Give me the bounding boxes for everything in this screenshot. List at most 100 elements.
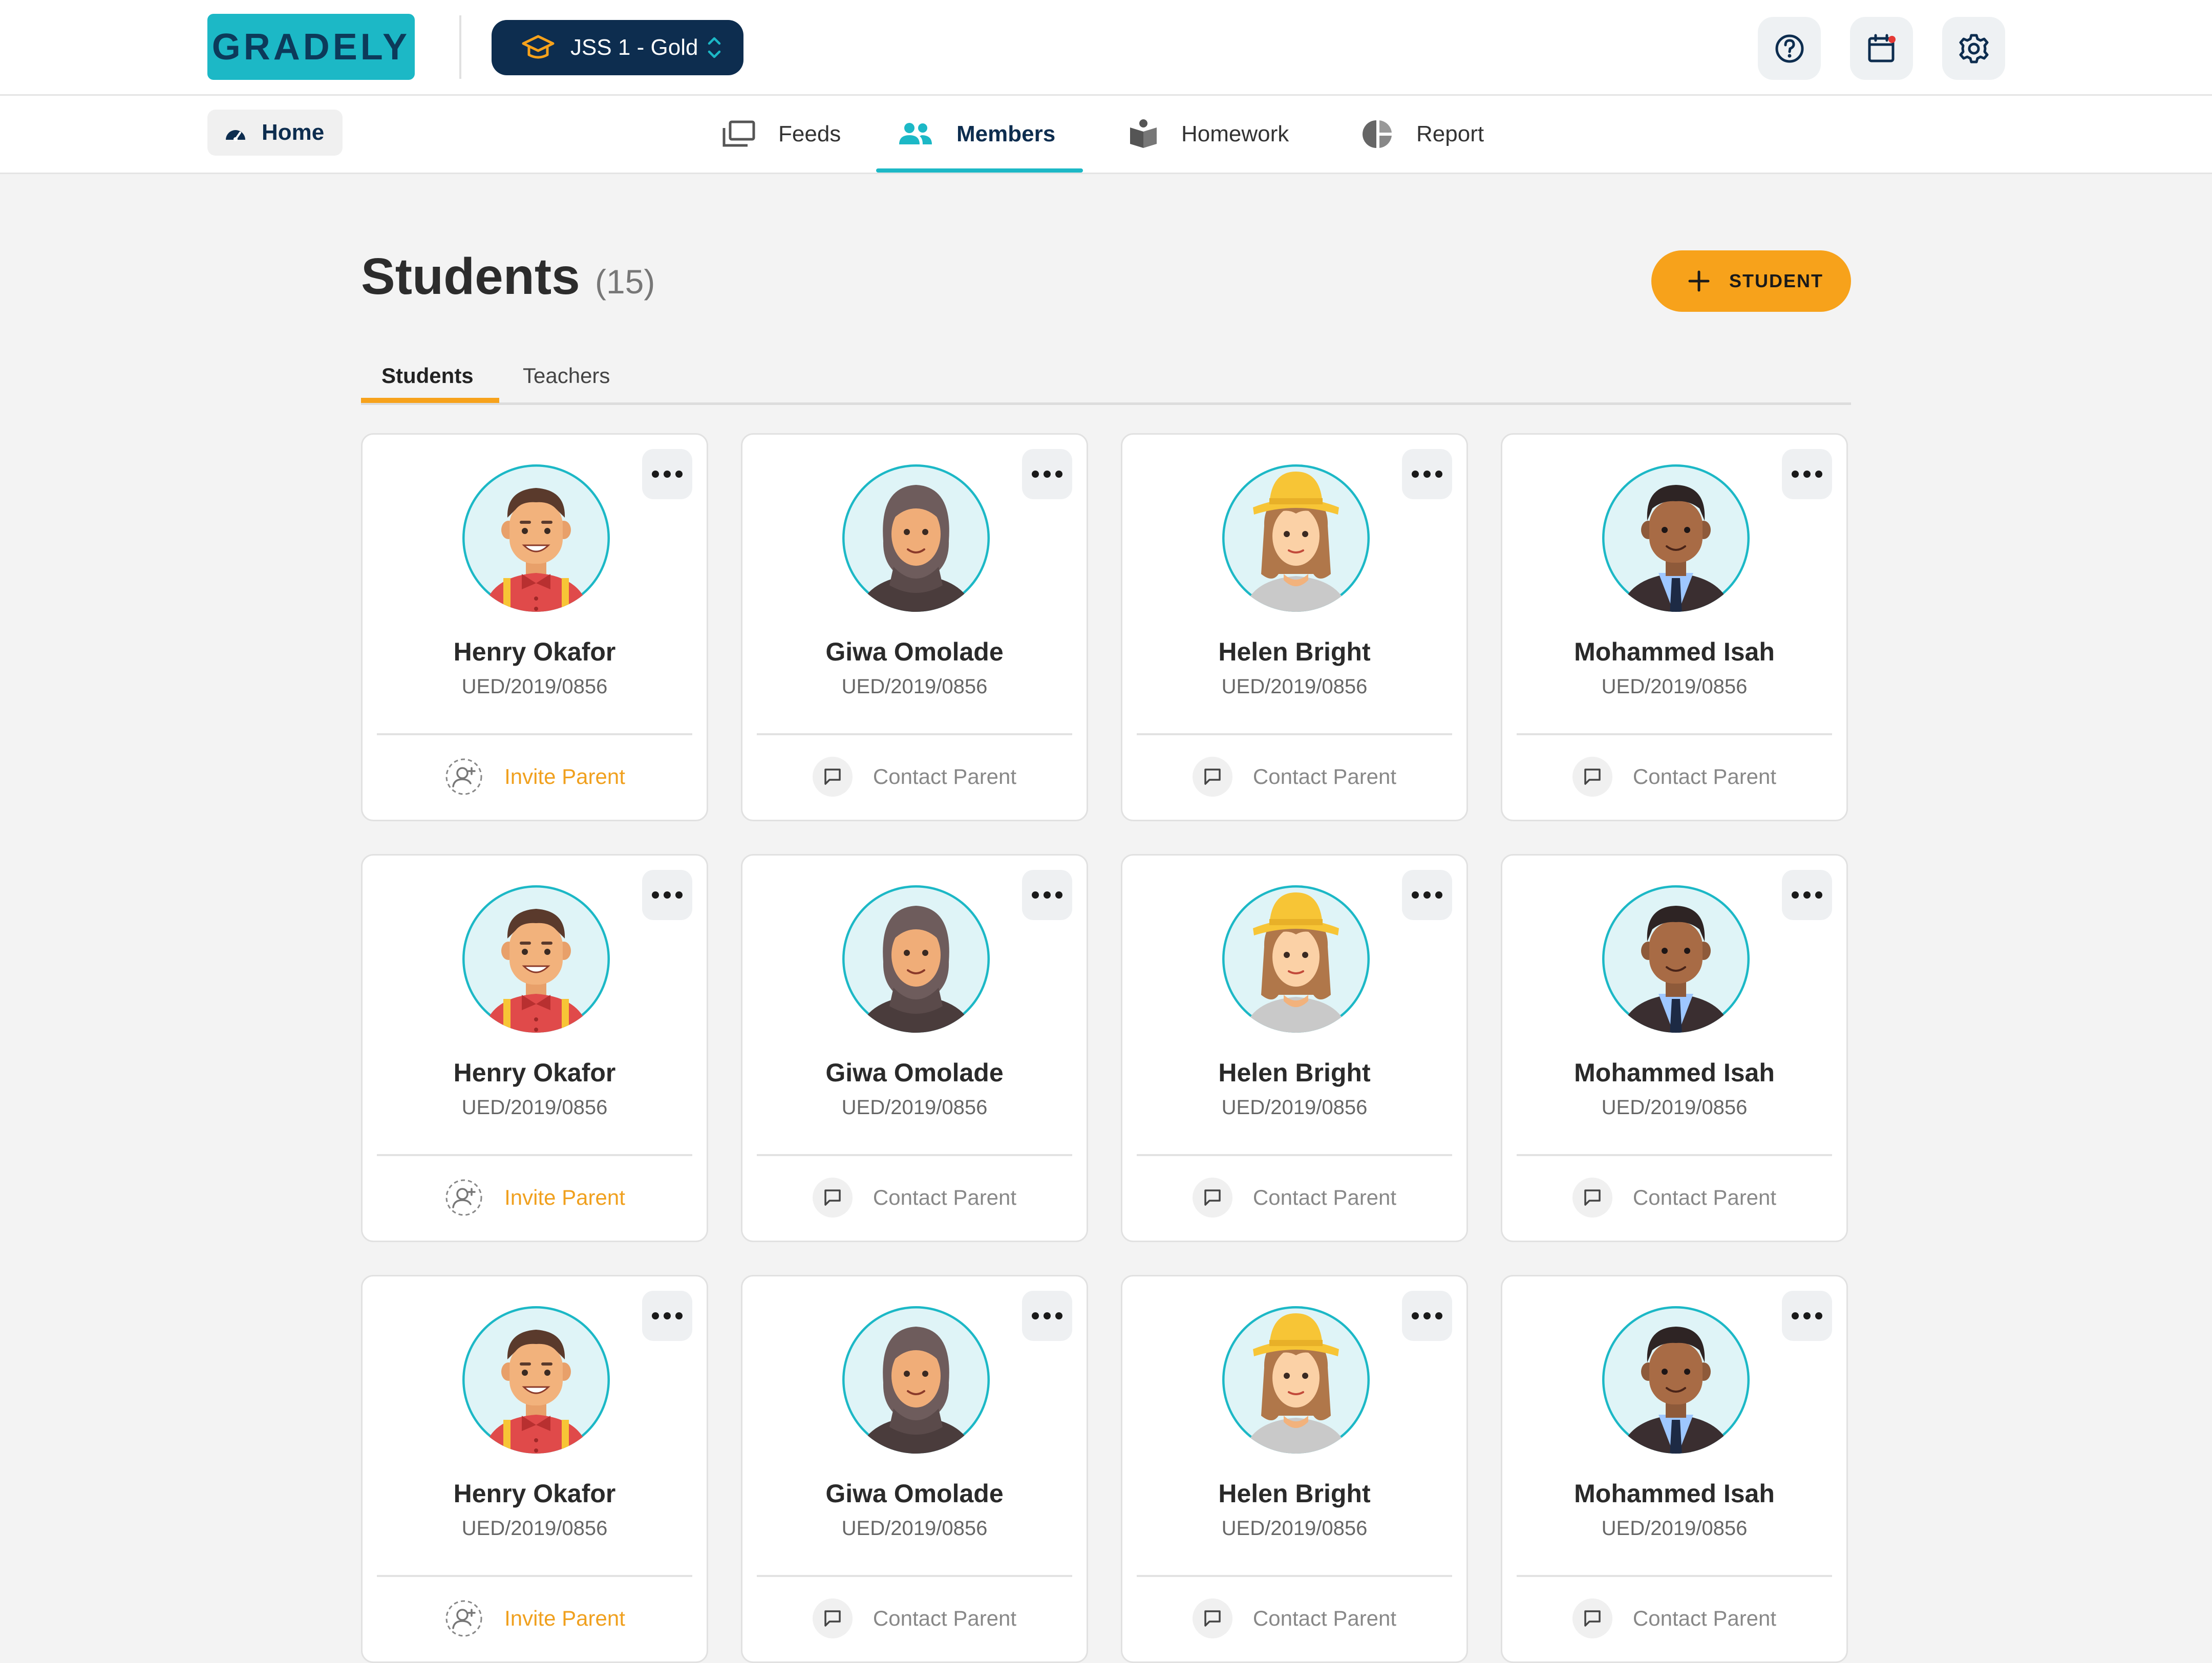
student-card[interactable]: Helen Bright UED/2019/0856 Contact Paren…	[1121, 433, 1468, 821]
tab-teachers[interactable]: Teachers	[523, 364, 610, 388]
calendar-icon	[1868, 34, 1896, 62]
students-tab-indicator	[361, 398, 499, 403]
student-name[interactable]: Mohammed Isah	[1502, 1058, 1846, 1088]
student-name[interactable]: Mohammed Isah	[1502, 1479, 1846, 1508]
contact-parent-button[interactable]: Contact Parent	[742, 1593, 1087, 1644]
student-avatar[interactable]	[1222, 885, 1370, 1033]
invite-parent-button[interactable]: Invite Parent	[363, 1593, 707, 1644]
more-options-button[interactable]	[1022, 449, 1072, 499]
more-options-button[interactable]	[1402, 1291, 1452, 1341]
tab-feeds[interactable]: Feeds	[722, 96, 841, 173]
contact-parent-button[interactable]: Contact Parent	[1122, 1593, 1466, 1644]
student-avatar[interactable]	[842, 1306, 990, 1454]
more-dot	[1792, 891, 1799, 899]
student-name[interactable]: Henry Okafor	[363, 1058, 707, 1088]
message-icon-wrap	[1572, 757, 1612, 797]
student-avatar[interactable]	[1222, 464, 1370, 612]
settings-icon	[1959, 34, 1988, 63]
tab-students[interactable]: Students	[381, 364, 474, 388]
student-avatar[interactable]	[842, 885, 990, 1033]
tab-members[interactable]: Members	[897, 96, 1055, 173]
more-dot	[652, 471, 659, 478]
student-name[interactable]: Henry Okafor	[363, 637, 707, 667]
message-icon-wrap	[1192, 757, 1232, 797]
more-options-button[interactable]	[642, 870, 692, 920]
student-card[interactable]: Henry Okafor UED/2019/0856 Invite Parent	[361, 433, 708, 821]
more-dot	[1055, 891, 1062, 899]
message-icon-wrap	[812, 757, 853, 797]
student-name[interactable]: Giwa Omolade	[742, 1479, 1087, 1508]
message-icon-wrap	[1192, 1598, 1232, 1638]
student-card[interactable]: Mohammed Isah UED/2019/0856 Contact Pare…	[1501, 1275, 1848, 1663]
student-avatar[interactable]	[842, 464, 990, 612]
student-id: UED/2019/0856	[841, 675, 988, 698]
student-avatar[interactable]	[462, 885, 610, 1033]
more-dot	[1044, 891, 1051, 899]
student-name[interactable]: Giwa Omolade	[742, 1058, 1087, 1088]
more-options-button[interactable]	[1782, 870, 1832, 920]
message-icon-wrap	[812, 1178, 853, 1218]
contact-parent-button[interactable]: Contact Parent	[742, 1172, 1087, 1223]
student-name[interactable]: Mohammed Isah	[1502, 637, 1846, 667]
student-card[interactable]: Giwa Omolade UED/2019/0856 Contact Paren…	[741, 433, 1088, 821]
student-avatar[interactable]	[1602, 885, 1750, 1033]
student-avatar[interactable]	[1602, 1306, 1750, 1454]
student-card[interactable]: Helen Bright UED/2019/0856 Contact Paren…	[1121, 854, 1468, 1242]
student-id: UED/2019/0856	[841, 1096, 988, 1119]
calendar-button[interactable]	[1850, 17, 1913, 80]
class-selector[interactable]: JSS 1 - Gold	[492, 20, 743, 75]
student-card[interactable]: Giwa Omolade UED/2019/0856 Contact Paren…	[741, 854, 1088, 1242]
home-button[interactable]: Home	[207, 110, 343, 156]
student-name[interactable]: Helen Bright	[1122, 1058, 1466, 1088]
add-student-button[interactable]: STUDENT	[1651, 250, 1851, 312]
gradely-logo[interactable]: GRADELY	[207, 14, 415, 80]
more-dot	[664, 1312, 671, 1319]
contact-parent-button[interactable]: Contact Parent	[1502, 1593, 1846, 1644]
tab-report[interactable]: Report	[1362, 96, 1484, 173]
feeds-icon	[722, 120, 755, 147]
contact-parent-button[interactable]: Contact Parent	[1122, 1172, 1466, 1223]
card-divider	[757, 733, 1072, 735]
student-card[interactable]: Mohammed Isah UED/2019/0856 Contact Pare…	[1501, 433, 1848, 821]
more-options-button[interactable]	[1022, 1291, 1072, 1341]
help-button[interactable]	[1758, 17, 1821, 80]
student-card[interactable]: Henry Okafor UED/2019/0856 Invite Parent	[361, 854, 708, 1242]
student-card[interactable]: Helen Bright UED/2019/0856 Contact Paren…	[1121, 1275, 1468, 1663]
more-options-button[interactable]	[1782, 1291, 1832, 1341]
student-avatar[interactable]	[462, 1306, 610, 1454]
invite-parent-button[interactable]: Invite Parent	[363, 1172, 707, 1223]
contact-parent-button[interactable]: Contact Parent	[1502, 1172, 1846, 1223]
student-name[interactable]: Helen Bright	[1122, 1479, 1466, 1508]
student-avatar[interactable]	[1222, 1306, 1370, 1454]
more-options-button[interactable]	[1402, 870, 1452, 920]
more-options-button[interactable]	[1402, 449, 1452, 499]
more-options-button[interactable]	[1782, 449, 1832, 499]
message-icon-wrap	[1572, 1598, 1612, 1638]
more-options-button[interactable]	[642, 449, 692, 499]
message-icon	[1584, 769, 1601, 785]
action-label: Contact Parent	[1632, 1185, 1777, 1209]
more-dot	[1423, 1312, 1431, 1319]
contact-parent-button[interactable]: Contact Parent	[742, 751, 1087, 802]
more-dot	[1412, 1312, 1419, 1319]
student-count: (15)	[595, 263, 655, 301]
contact-parent-button[interactable]: Contact Parent	[1502, 751, 1846, 802]
student-card[interactable]: Mohammed Isah UED/2019/0856 Contact Pare…	[1501, 854, 1848, 1242]
tab-homework[interactable]: Homework	[1128, 96, 1289, 173]
more-dot	[652, 1312, 659, 1319]
student-avatar[interactable]	[462, 464, 610, 612]
student-name[interactable]: Henry Okafor	[363, 1479, 707, 1508]
student-avatar[interactable]	[1602, 464, 1750, 612]
student-name[interactable]: Helen Bright	[1122, 637, 1466, 667]
student-card[interactable]: Giwa Omolade UED/2019/0856 Contact Paren…	[741, 1275, 1088, 1663]
more-options-button[interactable]	[1022, 870, 1072, 920]
plus-icon	[1688, 270, 1710, 292]
invite-parent-button[interactable]: Invite Parent	[363, 751, 707, 802]
more-options-button[interactable]	[642, 1291, 692, 1341]
settings-button[interactable]	[1942, 17, 2005, 80]
contact-parent-button[interactable]: Contact Parent	[1122, 751, 1466, 802]
student-name[interactable]: Giwa Omolade	[742, 637, 1087, 667]
student-id: UED/2019/0856	[841, 1517, 988, 1540]
student-card[interactable]: Henry Okafor UED/2019/0856 Invite Parent	[361, 1275, 708, 1663]
tab-members-label: Members	[956, 121, 1056, 146]
